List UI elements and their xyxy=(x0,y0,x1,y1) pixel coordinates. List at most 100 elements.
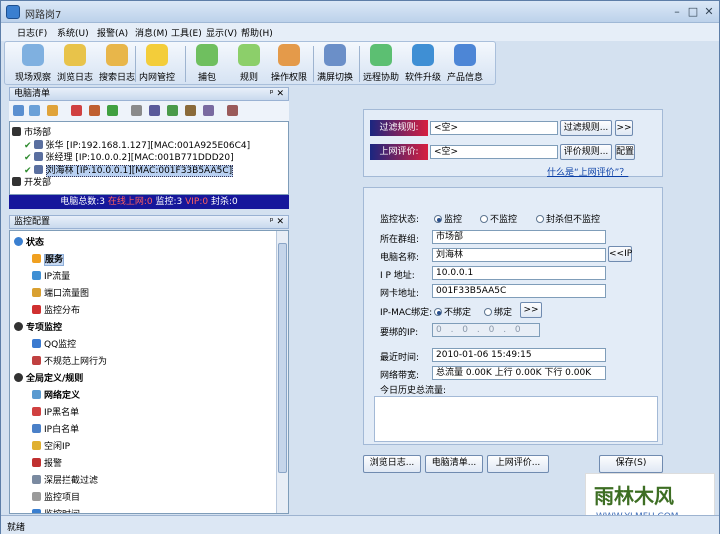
config-label: 专项监控 xyxy=(26,323,63,333)
config-item[interactable]: 服务 xyxy=(32,252,65,266)
config-section[interactable]: 全局定义/规则 xyxy=(14,371,83,384)
check-icon[interactable]: ✔ xyxy=(24,153,32,163)
export-icon[interactable] xyxy=(203,105,214,116)
main-toolbar: 现场观察 浏览日志 搜索日志 内网管控 捕包 规则 操作权限 满屏切换 远程协助 软件升级 产品信息 xyxy=(4,41,496,85)
toolbar-button-1[interactable]: 浏览日志 xyxy=(55,44,95,83)
menu-system[interactable]: 系统(U) xyxy=(57,26,89,39)
settings-icon[interactable] xyxy=(131,105,142,116)
toolbar-button-0[interactable]: 现场观察 xyxy=(13,44,53,83)
menu-tools[interactable]: 工具(E) xyxy=(171,26,202,39)
tree-label: 张华 [IP:192.168.1.127][MAC:001A925E06C4] xyxy=(45,140,251,151)
config-item[interactable]: 监控分布 xyxy=(32,303,80,316)
config-item[interactable]: IP流量 xyxy=(32,269,70,282)
config-item[interactable]: 网络定义 xyxy=(32,388,80,401)
menu-alarm[interactable]: 报警(A) xyxy=(97,26,128,39)
mac-input[interactable]: 001F33B5AA5C xyxy=(432,284,606,298)
eval-config-button[interactable]: 配置 xyxy=(615,144,635,160)
status-nomonitor-radio[interactable]: 不监控 xyxy=(480,212,517,225)
save-button[interactable]: 保存(S) xyxy=(599,455,663,473)
config-section[interactable]: 专项监控 xyxy=(14,320,62,333)
toolbar-button-7[interactable]: 满屏切换 xyxy=(315,44,355,83)
online-eval-button[interactable]: 上网评价... xyxy=(487,455,549,473)
toolbar-button-10[interactable]: 产品信息 xyxy=(445,44,485,83)
tree-computer[interactable]: ✔ 刘海林 [IP:10.0.0.1][MAC:001F33B5AA5C] xyxy=(24,163,234,177)
config-item-icon xyxy=(32,356,41,365)
info-icon[interactable] xyxy=(227,105,238,116)
config-item-icon xyxy=(32,390,41,399)
tree-computer[interactable]: ✔ 张经理 [IP:10.0.0.2][MAC:001B771DDD20] xyxy=(24,150,234,163)
menu-log[interactable]: 日志(F) xyxy=(17,26,47,39)
bind-radio[interactable]: 绑定 xyxy=(484,305,512,318)
cancel-icon[interactable] xyxy=(89,105,100,116)
bindip-input[interactable]: 0 . 0 . 0 . 0 xyxy=(432,323,540,337)
filter-more-button[interactable]: >> xyxy=(615,120,633,136)
config-item[interactable]: 监控项目 xyxy=(32,490,80,503)
group-select[interactable]: 市场部 xyxy=(432,230,606,244)
check-icon[interactable]: ✔ xyxy=(24,166,32,176)
check-icon[interactable] xyxy=(167,105,178,116)
refresh-icon[interactable] xyxy=(107,105,118,116)
config-item[interactable]: 监控时间 xyxy=(32,507,80,513)
online-eval-label: 上网评价: xyxy=(370,144,428,160)
delete-icon[interactable] xyxy=(71,105,82,116)
new-icon[interactable] xyxy=(47,105,58,116)
toolbar-label: 满屏切换 xyxy=(316,73,353,83)
bind-more-button[interactable]: >> xyxy=(520,302,542,318)
config-item[interactable]: QQ监控 xyxy=(32,337,76,350)
log-icon xyxy=(64,44,86,66)
computer-icon xyxy=(33,152,43,161)
menu-help[interactable]: 帮助(H) xyxy=(241,26,273,39)
status-monitor-radio[interactable]: 监控 xyxy=(434,212,462,225)
filter-rule-button[interactable]: 过滤规则... xyxy=(560,120,612,136)
toolbar-button-4[interactable]: 捕包 xyxy=(187,44,227,83)
find-icon[interactable] xyxy=(149,105,160,116)
group-icon xyxy=(12,177,21,186)
config-item[interactable]: 端口流量图 xyxy=(32,286,89,299)
online-eval-select[interactable]: <空> xyxy=(430,145,558,159)
panel-pin-close-icon[interactable]: ᵖ ✕ xyxy=(270,216,284,228)
eval-rule-button[interactable]: 评价规则... xyxy=(560,144,612,160)
computer-list-button[interactable]: 电脑清单... xyxy=(425,455,483,473)
config-item[interactable]: 空闲IP xyxy=(32,439,70,452)
config-label: 空闲IP xyxy=(44,442,71,452)
config-item[interactable]: 报警 xyxy=(32,456,62,469)
config-item[interactable]: 深层拦截过滤 xyxy=(32,473,98,486)
add-group-icon[interactable] xyxy=(29,105,40,116)
tree-group[interactable]: 市场部 xyxy=(12,125,51,138)
close-icon[interactable]: ✕ xyxy=(701,5,717,19)
panel-pin-close-icon[interactable]: ᵖ ✕ xyxy=(270,88,284,100)
unbind-radio[interactable]: 不绑定 xyxy=(434,305,471,318)
toolbar-label: 浏览日志 xyxy=(56,73,93,83)
what-is-eval-link[interactable]: 什么是“上网评价”？ xyxy=(547,165,628,178)
toolbar-button-9[interactable]: 软件升级 xyxy=(403,44,443,83)
filter-rule-select[interactable]: <空> xyxy=(430,121,558,135)
config-item[interactable]: IP白名单 xyxy=(32,422,79,435)
scroll-thumb[interactable] xyxy=(278,243,287,473)
toolbar-button-6[interactable]: 操作权限 xyxy=(269,44,309,83)
toolbar-button-5[interactable]: 规则 xyxy=(229,44,269,83)
config-label: IP黑名单 xyxy=(44,408,80,418)
menu-view[interactable]: 显示(V) xyxy=(206,26,237,39)
monitor-scrollbar[interactable] xyxy=(276,231,288,513)
toolbar-button-3[interactable]: 内网管控 xyxy=(137,44,177,83)
name-ip-button[interactable]: <<IP xyxy=(608,246,632,262)
toolbar-button-2[interactable]: 搜索日志 xyxy=(97,44,137,83)
name-input[interactable]: 刘海林 xyxy=(432,248,606,262)
tree-group[interactable]: 开发部 xyxy=(12,175,51,188)
check-icon[interactable]: ✔ xyxy=(24,141,32,151)
config-section[interactable]: 状态 xyxy=(14,235,44,248)
toolbar-button-8[interactable]: 远程协助 xyxy=(361,44,401,83)
minimize-icon[interactable]: – xyxy=(669,5,685,19)
config-item[interactable]: IP黑名单 xyxy=(32,405,79,418)
status-total: 电脑总数:3 xyxy=(60,197,108,207)
group-label: 所在群组: xyxy=(380,235,420,245)
maximize-icon[interactable]: □ xyxy=(685,5,701,19)
add-computer-icon[interactable] xyxy=(13,105,24,116)
tree-computer[interactable]: ✔ 张华 [IP:192.168.1.127][MAC:001A925E06C4] xyxy=(24,138,250,151)
browse-log-button[interactable]: 浏览日志... xyxy=(363,455,421,473)
menu-message[interactable]: 消息(M) xyxy=(135,26,168,39)
config-item[interactable]: 不规范上网行为 xyxy=(32,354,107,367)
status-block-radio[interactable]: 封杀但不监控 xyxy=(536,212,600,225)
ip-input[interactable]: 10.0.0.1 xyxy=(432,266,606,280)
import-icon[interactable] xyxy=(185,105,196,116)
